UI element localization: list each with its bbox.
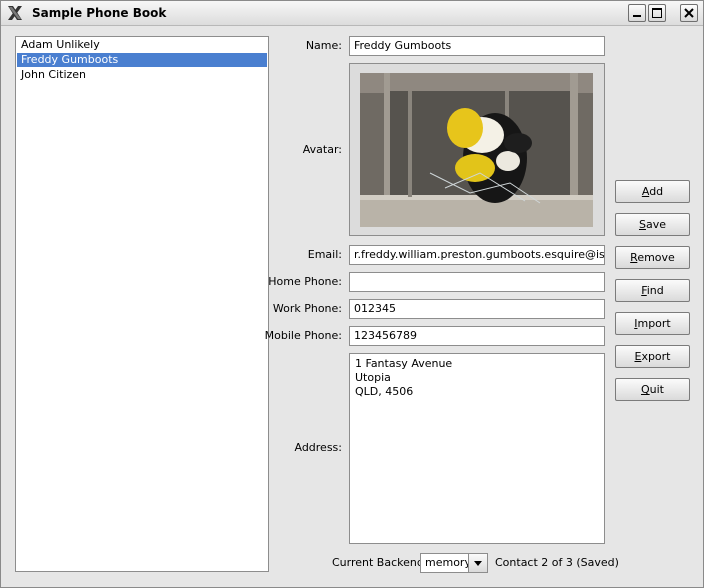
- save-button[interactable]: Save: [615, 213, 690, 236]
- quit-label: uit: [649, 383, 664, 396]
- find-button[interactable]: Find: [615, 279, 690, 302]
- export-button[interactable]: Export: [615, 345, 690, 368]
- close-button[interactable]: [680, 4, 698, 22]
- quit-mnemonic: Q: [640, 383, 650, 396]
- minimize-button[interactable]: [628, 4, 646, 22]
- work-phone-field[interactable]: 012345: [349, 299, 605, 319]
- backend-select[interactable]: memory: [420, 553, 488, 573]
- home-phone-label: Home Phone:: [268, 275, 342, 288]
- chevron-down-icon: [474, 561, 482, 566]
- maximize-button[interactable]: [648, 4, 666, 22]
- home-phone-field[interactable]: [349, 272, 605, 292]
- address-line: Utopia: [355, 371, 391, 384]
- address-line: 1 Fantasy Avenue: [355, 357, 453, 370]
- backend-value: memory: [425, 556, 471, 569]
- list-item[interactable]: Freddy Gumboots: [17, 53, 267, 67]
- window-title: Sample Phone Book: [32, 6, 167, 20]
- add-label: dd: [649, 185, 664, 198]
- save-mnemonic: S: [638, 218, 646, 231]
- quit-button[interactable]: Quit: [615, 378, 690, 401]
- maximize-icon: [652, 8, 662, 18]
- avatar-label: Avatar:: [302, 143, 342, 156]
- add-button[interactable]: Add: [615, 180, 690, 203]
- address-label: Address:: [294, 441, 342, 454]
- x-logo-icon[interactable]: [6, 4, 24, 22]
- export-label: xport: [641, 350, 671, 363]
- address-line: QLD, 4506: [355, 385, 414, 398]
- avatar-button[interactable]: [349, 63, 605, 236]
- mobile-phone-field[interactable]: 123456789: [349, 326, 605, 346]
- import-label: mport: [637, 317, 671, 330]
- remove-button[interactable]: Remove: [615, 246, 690, 269]
- address-field[interactable]: 1 Fantasy Avenue Utopia QLD, 4506: [349, 353, 605, 544]
- mobile-phone-label: Mobile Phone:: [264, 329, 342, 342]
- remove-label: emove: [637, 251, 675, 264]
- dropdown-button[interactable]: [468, 554, 487, 572]
- main-window: Sample Phone Book Adam Unlikely Freddy G…: [0, 0, 704, 588]
- backend-label: Current Backend:: [332, 556, 428, 569]
- save-label: ave: [645, 218, 666, 231]
- title-bar[interactable]: Sample Phone Book: [1, 1, 703, 26]
- email-label: Email:: [307, 248, 342, 261]
- email-field[interactable]: r.freddy.william.preston.gumboots.esquir…: [349, 245, 605, 265]
- list-item[interactable]: Adam Unlikely: [17, 38, 267, 52]
- import-button[interactable]: Import: [615, 312, 690, 335]
- close-icon: [684, 8, 694, 18]
- find-label: ind: [646, 284, 664, 297]
- avatar-image: [360, 73, 593, 227]
- list-item[interactable]: John Citizen: [17, 68, 267, 82]
- name-field[interactable]: Freddy Gumboots: [349, 36, 605, 56]
- work-phone-label: Work Phone:: [272, 302, 342, 315]
- name-label: Name:: [305, 39, 342, 52]
- client-area: Adam Unlikely Freddy Gumboots John Citiz…: [1, 26, 703, 587]
- minimize-icon: [633, 15, 641, 17]
- contact-list[interactable]: Adam Unlikely Freddy Gumboots John Citiz…: [15, 36, 269, 572]
- status-text: Contact 2 of 3 (Saved): [495, 556, 619, 569]
